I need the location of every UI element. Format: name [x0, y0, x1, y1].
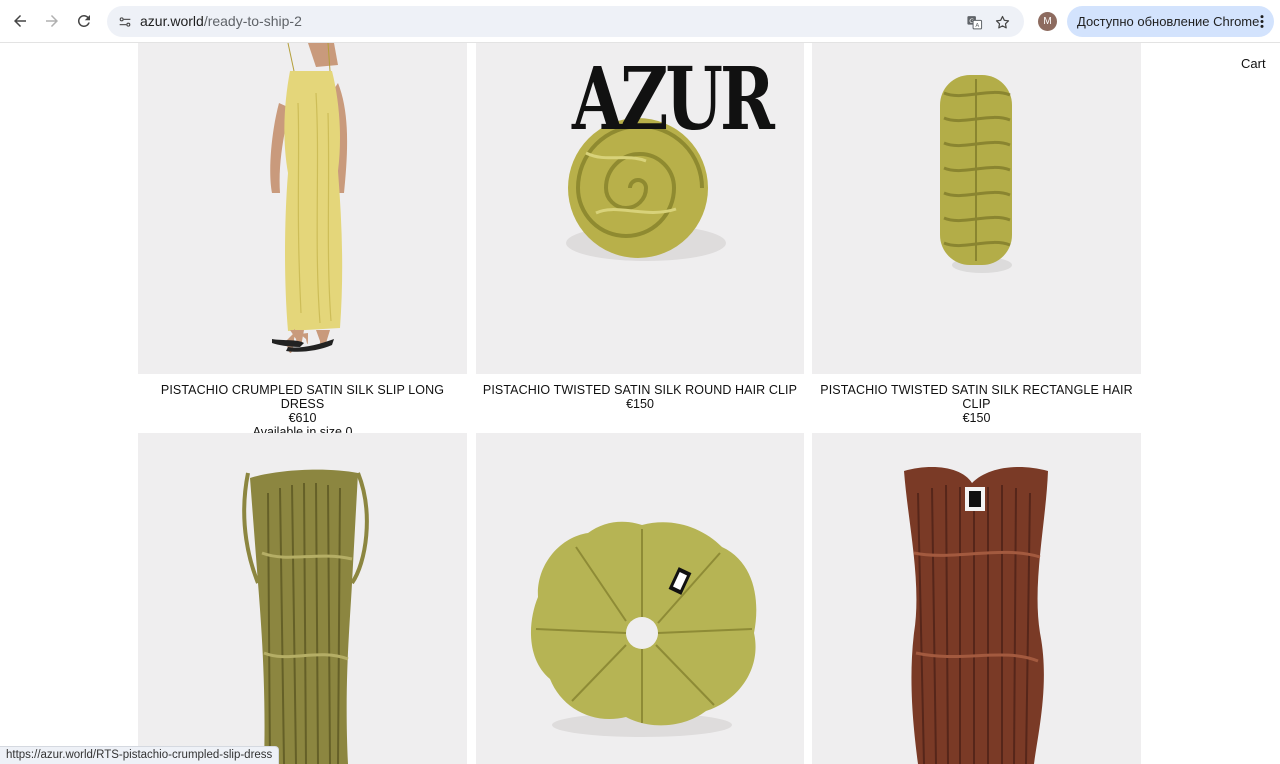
- back-arrow-icon: [14, 15, 26, 27]
- product-image-scrunchie[interactable]: [476, 433, 804, 764]
- rectangle-hair-clip-illustration: [940, 75, 1012, 273]
- yellow-slip-dress-illustration: [270, 43, 348, 354]
- back-button[interactable]: [8, 9, 32, 33]
- product-info[interactable]: PISTACHIO CRUMPLED SATIN SILK SLIP LONG …: [138, 383, 467, 439]
- product-price: €150: [626, 397, 654, 411]
- bookmark-star-icon[interactable]: [991, 11, 1013, 33]
- url-path: /ready-to-ship-2: [203, 13, 302, 29]
- product-price: €150: [962, 411, 991, 425]
- svg-text:A: A: [975, 23, 979, 29]
- browser-toolbar: azur.world/ready-to-ship-2 GA M Доступно…: [0, 0, 1280, 43]
- product-price: €610: [288, 411, 317, 425]
- product-image-olive-pleated-dress[interactable]: [138, 433, 467, 764]
- brown-pleated-top-illustration: [904, 467, 1048, 764]
- url-text[interactable]: azur.world/ready-to-ship-2: [140, 13, 302, 30]
- link-status-bar: https://azur.world/RTS-pistachio-crumple…: [0, 746, 280, 764]
- olive-pleated-dress-illustration: [242, 469, 369, 764]
- reload-button[interactable]: [72, 9, 96, 33]
- product-info[interactable]: PISTACHIO TWISTED SATIN SILK RECTANGLE H…: [812, 383, 1141, 425]
- scrunchie-illustration: [530, 521, 757, 737]
- chrome-update-button[interactable]: Доступно обновление Chrome: [1067, 6, 1274, 37]
- forward-button[interactable]: [40, 9, 64, 33]
- url-host: azur.world: [140, 13, 204, 29]
- azur-logo[interactable]: AZUR: [572, 43, 775, 161]
- product-image-rectangle-hair-clip[interactable]: [812, 43, 1141, 374]
- forward-arrow-icon: [46, 15, 58, 27]
- update-label: Доступно обновление Chrome: [1077, 14, 1260, 29]
- cart-link[interactable]: Cart: [1241, 56, 1266, 71]
- product-image-yellow-slip-dress[interactable]: [138, 43, 467, 374]
- translate-icon[interactable]: GA: [963, 11, 985, 33]
- site-settings-icon[interactable]: [113, 10, 136, 33]
- more-vert-icon: [1260, 15, 1264, 28]
- reload-icon: [77, 14, 90, 27]
- product-name[interactable]: PISTACHIO CRUMPLED SATIN SILK SLIP LONG …: [138, 383, 467, 411]
- address-bar[interactable]: azur.world/ready-to-ship-2 GA: [107, 6, 1024, 37]
- product-image-brown-pleated-top[interactable]: [812, 433, 1141, 764]
- product-name[interactable]: PISTACHIO TWISTED SATIN SILK RECTANGLE H…: [812, 383, 1141, 411]
- product-info[interactable]: PISTACHIO TWISTED SATIN SILK ROUND HAIR …: [476, 383, 804, 411]
- product-image-round-hair-clip[interactable]: AZUR: [476, 43, 804, 374]
- profile-avatar[interactable]: M: [1038, 12, 1057, 31]
- product-name[interactable]: PISTACHIO TWISTED SATIN SILK ROUND HAIR …: [476, 383, 804, 397]
